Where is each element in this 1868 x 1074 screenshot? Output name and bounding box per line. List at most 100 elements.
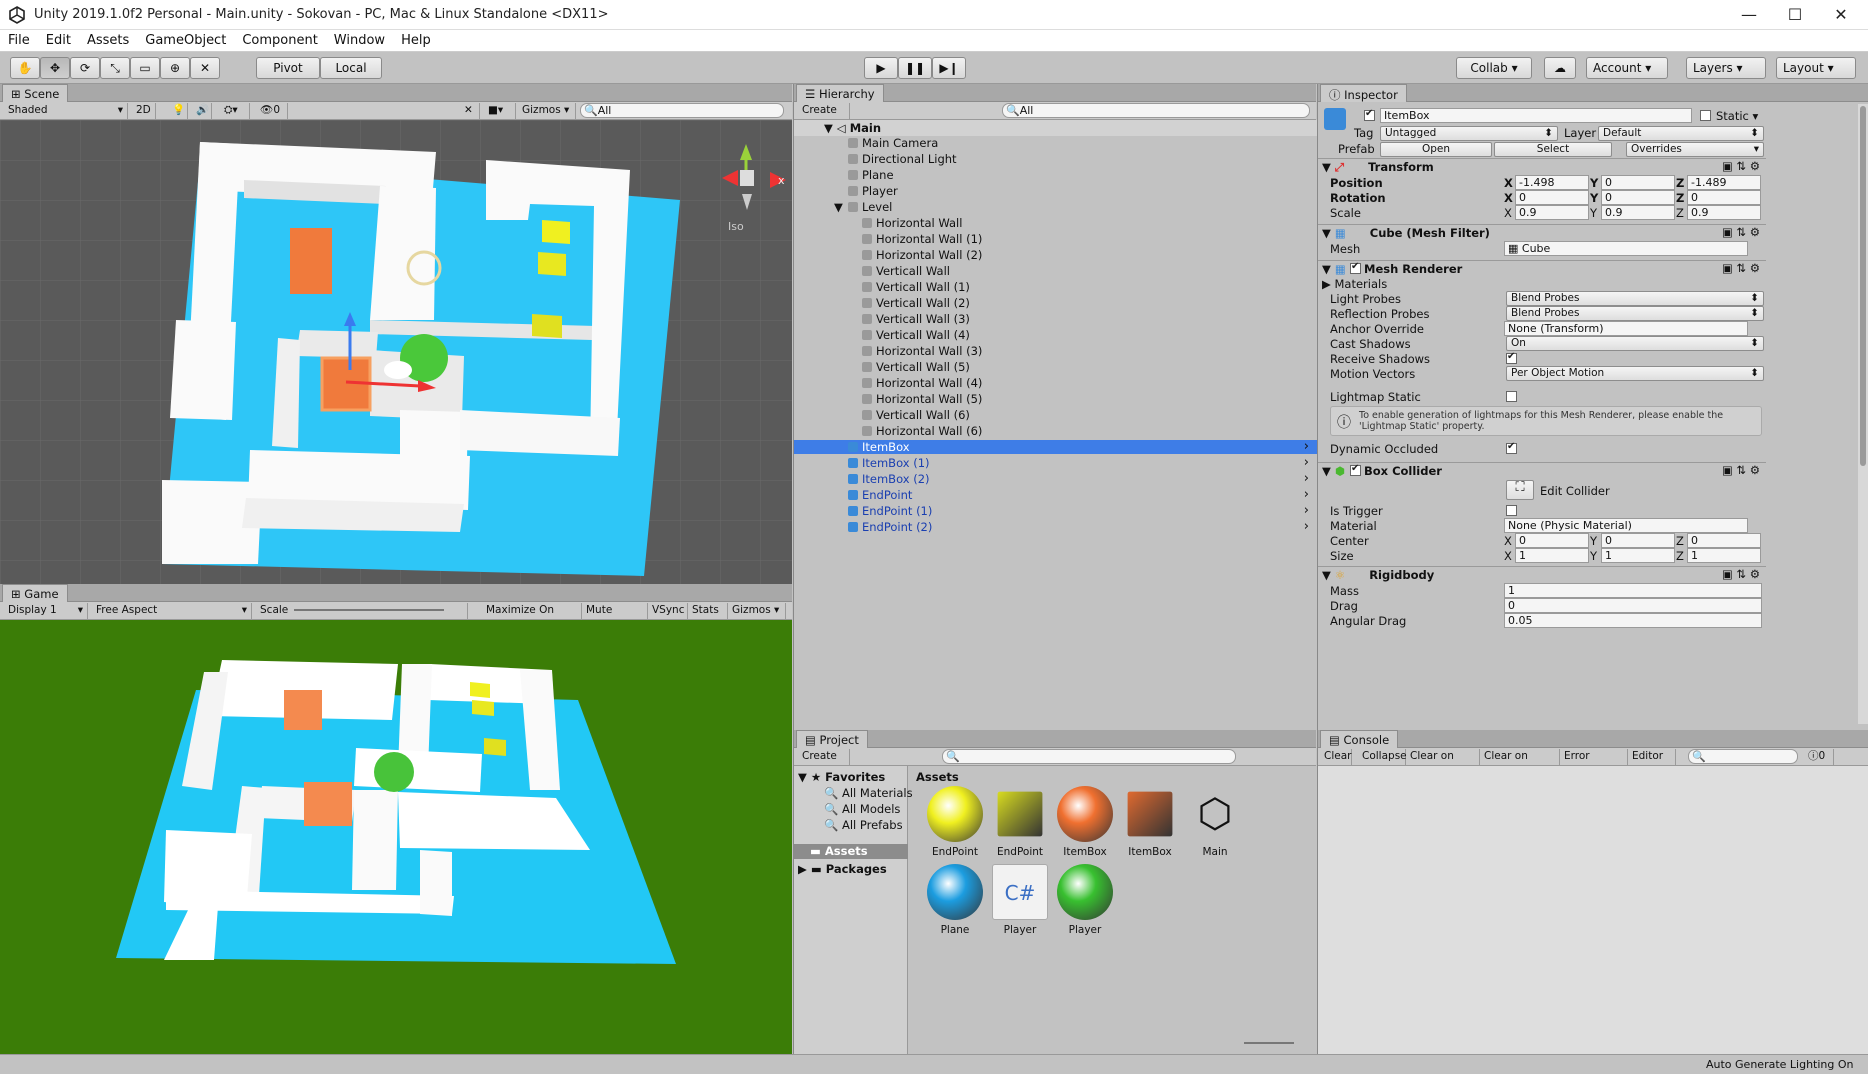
asset-item[interactable]: EndPoint xyxy=(922,786,988,858)
box-collider-enabled-checkbox[interactable] xyxy=(1350,463,1361,476)
mesh-filter-settings-icon[interactable]: ▣ ⇅ ⚙ xyxy=(1722,225,1760,239)
hierarchy-item[interactable]: EndPoint › xyxy=(794,487,1317,502)
hierarchy-item[interactable]: EndPoint (2) › xyxy=(794,519,1317,534)
position-x-field[interactable]: -1.498 xyxy=(1515,175,1589,190)
tab-hierarchy[interactable]: ☰ Hierarchy xyxy=(796,84,884,102)
tools-icon[interactable]: ✕ xyxy=(460,103,480,119)
prefab-chevron-icon[interactable]: › xyxy=(1304,487,1309,502)
asset-item[interactable]: ⬡ Main xyxy=(1182,786,1248,858)
prefab-open-button[interactable]: Open xyxy=(1380,142,1492,157)
console-clear-button[interactable]: Clear xyxy=(1320,749,1352,765)
hierarchy-item[interactable]: Horizontal Wall xyxy=(794,216,1317,230)
mass-field[interactable]: 1 xyxy=(1504,583,1762,598)
transform-header[interactable]: ▼ ⤢ Transform ▣ ⇅ ⚙ xyxy=(1318,158,1766,174)
hierarchy-item[interactable]: Horizontal Wall (4) xyxy=(794,376,1317,390)
collider-material-field[interactable]: None (Physic Material) xyxy=(1504,518,1748,533)
prefab-select-button[interactable]: Select xyxy=(1494,142,1612,157)
icon-size-slider[interactable] xyxy=(1244,1042,1294,1044)
receive-shadows-checkbox[interactable] xyxy=(1506,351,1517,364)
drag-field[interactable]: 0 xyxy=(1504,598,1762,613)
menu-assets[interactable]: Assets xyxy=(79,30,137,48)
hierarchy-item[interactable]: Horizontal Wall (3) xyxy=(794,344,1317,358)
rotate-tool-icon[interactable]: ⟳ xyxy=(70,57,100,79)
display-dropdown[interactable]: Display 1 ▾ xyxy=(4,603,88,619)
cloud-icon[interactable]: ☁ xyxy=(1544,57,1576,79)
size-z-field[interactable]: 1 xyxy=(1687,548,1761,563)
console-clear-on-play-toggle[interactable]: Clear on Play xyxy=(1406,749,1480,777)
camera-icon[interactable]: ■▾ xyxy=(484,103,516,119)
favorites-node[interactable]: ▼ ★ Favorites xyxy=(798,770,885,784)
audio-toggle-icon[interactable]: 🔊 xyxy=(192,103,212,119)
lightmap-static-checkbox[interactable] xyxy=(1506,391,1517,402)
asset-item[interactable]: ItemBox xyxy=(1052,786,1118,858)
toggle-2d-button[interactable]: 2D xyxy=(132,103,156,119)
materials-foldout[interactable]: ▶ Materials xyxy=(1322,277,1387,291)
pivot-toggle[interactable]: Pivot xyxy=(256,57,320,79)
step-button[interactable]: ▶❙ xyxy=(932,57,966,79)
rotation-z-field[interactable]: 0 xyxy=(1687,190,1761,205)
menu-window[interactable]: Window xyxy=(326,30,393,48)
hierarchy-item[interactable]: Player xyxy=(794,184,1317,198)
scale-tool-icon[interactable]: ⤡ xyxy=(100,57,130,79)
maximize-on-play-toggle[interactable]: Maximize On Play xyxy=(482,603,582,631)
console-error-count[interactable]: ⓘ0 xyxy=(1804,749,1834,765)
console-collapse-toggle[interactable]: Collapse xyxy=(1358,749,1407,765)
scale-slider[interactable]: Scale1x xyxy=(256,603,468,631)
vsync-toggle[interactable]: VSync xyxy=(648,603,688,619)
effects-dropdown-icon[interactable]: ⛭▾ xyxy=(220,103,250,119)
menu-gameobject[interactable]: GameObject xyxy=(137,30,234,48)
asset-item[interactable]: ItemBox xyxy=(1117,786,1183,858)
active-checkbox[interactable] xyxy=(1364,108,1375,121)
project-search-input[interactable]: 🔍 xyxy=(942,749,1236,764)
prefab-chevron-icon[interactable]: › xyxy=(1304,455,1309,470)
maximize-button[interactable]: ☐ xyxy=(1772,2,1818,28)
rigidbody-settings-icon[interactable]: ▣ ⇅ ⚙ xyxy=(1722,567,1760,581)
hierarchy-item[interactable]: Verticall Wall (6) xyxy=(794,408,1317,422)
mute-audio-toggle[interactable]: Mute Audio xyxy=(582,603,648,631)
light-probes-dropdown[interactable]: Blend Probes ⬍ xyxy=(1506,291,1764,306)
console-error-pause-toggle[interactable]: Error Pause xyxy=(1560,749,1628,777)
menu-edit[interactable]: Edit xyxy=(38,30,79,48)
rigidbody-header[interactable]: ▼ ⚛ Rigidbody ▣ ⇅ ⚙ xyxy=(1318,566,1766,582)
hierarchy-item[interactable]: Verticall Wall (4) xyxy=(794,328,1317,342)
expand-arrow-icon[interactable]: ▼ xyxy=(834,200,843,214)
mesh-renderer-settings-icon[interactable]: ▣ ⇅ ⚙ xyxy=(1722,261,1760,275)
scene-search-input[interactable]: 🔍All xyxy=(580,103,784,118)
edit-collider-button[interactable]: ⛶ xyxy=(1506,480,1534,500)
dynamic-occluded-checkbox[interactable] xyxy=(1506,441,1517,454)
game-viewport[interactable] xyxy=(0,620,792,1054)
hierarchy-item[interactable]: Directional Light xyxy=(794,152,1317,166)
asset-item[interactable]: C# Player xyxy=(987,864,1053,936)
tag-dropdown[interactable]: Untagged ⬍ xyxy=(1380,126,1558,141)
mesh-filter-header[interactable]: ▼ ▦ Cube (Mesh Filter) ▣ ⇅ ⚙ xyxy=(1318,224,1766,240)
layers-dropdown[interactable]: Layers ▾ xyxy=(1686,57,1766,79)
rect-tool-icon[interactable]: ▭ xyxy=(130,57,160,79)
custom-tool-icon[interactable]: ✕ xyxy=(190,57,220,79)
asset-item[interactable]: Player xyxy=(1052,864,1118,936)
is-trigger-checkbox[interactable] xyxy=(1506,505,1517,516)
hierarchy-item[interactable]: Verticall Wall (1) xyxy=(794,280,1317,294)
shading-dropdown[interactable]: Shaded ▾ xyxy=(4,103,128,119)
motion-vectors-dropdown[interactable]: Per Object Motion ⬍ xyxy=(1506,366,1764,381)
menu-component[interactable]: Component xyxy=(234,30,325,48)
stats-toggle[interactable]: Stats xyxy=(688,603,728,619)
anchor-override-field[interactable]: None (Transform) xyxy=(1504,321,1748,336)
prefab-chevron-icon[interactable]: › xyxy=(1304,519,1309,534)
tab-scene[interactable]: ⊞ Scene xyxy=(2,84,69,102)
hierarchy-item[interactable]: Verticall Wall xyxy=(794,264,1317,278)
mesh-renderer-enabled-checkbox[interactable] xyxy=(1350,261,1361,274)
scale-x-field[interactable]: 0.9 xyxy=(1515,205,1589,220)
center-z-field[interactable]: 0 xyxy=(1687,533,1761,548)
fav-all-prefabs[interactable]: 🔍 All Prefabs xyxy=(824,818,903,832)
inspector-scrollbar[interactable] xyxy=(1858,104,1868,724)
hierarchy-item[interactable]: ItemBox › xyxy=(794,439,1317,454)
mesh-renderer-header[interactable]: ▼ ▦ Mesh Renderer ▣ ⇅ ⚙ xyxy=(1318,260,1766,276)
mesh-field[interactable]: ▦ Cube xyxy=(1504,241,1748,256)
packages-node[interactable]: ▶ ▬ Packages xyxy=(798,862,887,876)
hierarchy-item[interactable]: Verticall Wall (5) xyxy=(794,360,1317,374)
hierarchy-item[interactable]: Verticall Wall (2) xyxy=(794,296,1317,310)
fav-all-materials[interactable]: 🔍 All Materials xyxy=(824,786,913,800)
scale-y-field[interactable]: 0.9 xyxy=(1601,205,1675,220)
hierarchy-item[interactable]: Horizontal Wall (2) xyxy=(794,248,1317,262)
static-checkbox[interactable] xyxy=(1700,110,1711,121)
